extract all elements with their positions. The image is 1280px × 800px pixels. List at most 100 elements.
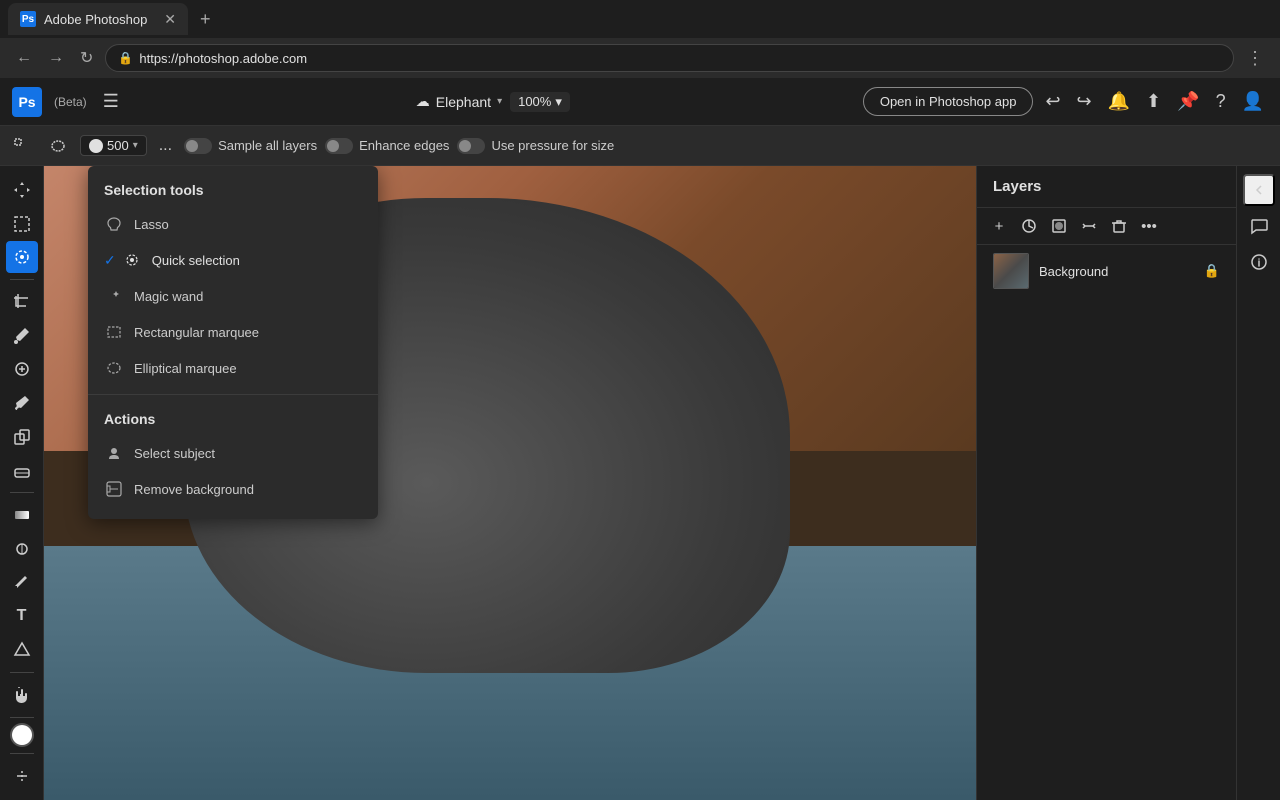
address-bar[interactable]: 🔒 https://photoshop.adobe.com [105, 44, 1234, 72]
lasso-tool-item[interactable]: Lasso [88, 206, 378, 242]
foreground-color-swatch[interactable] [10, 723, 34, 747]
zoom-control[interactable]: 100% ▾ [510, 92, 570, 112]
crop-tool[interactable] [6, 286, 38, 318]
chat-icon[interactable] [1243, 210, 1275, 242]
healing-brush-tool[interactable] [6, 354, 38, 386]
hand-tool[interactable] [6, 679, 38, 711]
dodge-burn-tool[interactable] [6, 533, 38, 565]
move-tool[interactable] [6, 174, 38, 206]
shape-tool[interactable] [6, 634, 38, 666]
titlebar-center: ☁ Elephant ▾ 100% ▾ [135, 92, 851, 112]
brush-size-chevron-icon: ▾ [133, 140, 138, 151]
share-button[interactable]: ⬆ [1142, 87, 1165, 116]
sample-all-layers-toggle[interactable] [184, 138, 212, 154]
open-in-app-button[interactable]: Open in Photoshop app [863, 87, 1034, 116]
selection-tool-btn[interactable] [8, 134, 36, 158]
quick-selection-tool[interactable] [6, 241, 38, 273]
url-text: https://photoshop.adobe.com [139, 51, 307, 66]
dropdown-divider [88, 394, 378, 395]
notifications-button[interactable]: 🔔 [1104, 87, 1134, 116]
actions-section-title: Actions [88, 403, 378, 435]
mask-button[interactable] [1045, 212, 1073, 240]
refresh-button[interactable]: ↻ [76, 44, 97, 72]
checkmark-icon: ✓ [104, 252, 116, 269]
selection-marquee-tool[interactable] [6, 208, 38, 240]
elliptical-tool-btn[interactable] [44, 134, 72, 158]
more-options-button[interactable]: ... [155, 133, 176, 159]
layer-lock-icon: 🔒 [1204, 263, 1220, 279]
select-subject-label: Select subject [134, 446, 215, 461]
rectangular-marquee-item[interactable]: Rectangular marquee [88, 314, 378, 350]
brush-size-control[interactable]: 500 ▾ [80, 135, 147, 156]
layer-options-button[interactable]: ••• [1135, 212, 1163, 240]
gradient-tool[interactable] [6, 499, 38, 531]
hamburger-menu-button[interactable]: ☰ [99, 87, 123, 116]
use-pressure-control: Use pressure for size [457, 138, 614, 154]
divider-2 [10, 492, 34, 493]
tab-close-button[interactable]: ✕ [164, 11, 176, 28]
use-pressure-label: Use pressure for size [491, 138, 614, 153]
account-button[interactable]: 👤 [1238, 87, 1268, 116]
undo-button[interactable]: ↩ [1041, 87, 1064, 116]
file-name-control[interactable]: ☁ Elephant ▾ [416, 93, 502, 110]
canvas-area: Selection tools Lasso ✓ Quick selection [44, 166, 976, 800]
add-layer-button[interactable]: + [985, 212, 1013, 240]
help-button[interactable]: ? [1212, 87, 1230, 116]
enhance-edges-control: Enhance edges [325, 138, 449, 154]
tab-favicon: Ps [20, 11, 36, 27]
bookmark-button[interactable]: 📌 [1173, 87, 1203, 116]
lasso-label: Lasso [134, 217, 169, 232]
layer-thumb-inner [994, 254, 1028, 288]
file-name-text: Elephant [436, 94, 491, 110]
sample-all-layers-label: Sample all layers [218, 138, 317, 153]
elliptical-marquee-icon [104, 358, 124, 378]
elliptical-marquee-item[interactable]: Elliptical marquee [88, 350, 378, 386]
info-icon[interactable] [1243, 246, 1275, 278]
link-layers-button[interactable] [1075, 212, 1103, 240]
divider-5 [10, 753, 34, 754]
eraser-tool[interactable] [6, 455, 38, 487]
clone-stamp-tool[interactable] [6, 421, 38, 453]
rectangular-marquee-icon [104, 322, 124, 342]
toolbar: 500 ▾ ... Sample all layers Enhance edge… [0, 126, 1280, 166]
rectangular-marquee-label: Rectangular marquee [134, 325, 259, 340]
chevron-down-icon: ▾ [497, 96, 502, 107]
divider-4 [10, 717, 34, 718]
back-button[interactable]: ← [12, 45, 36, 71]
remove-background-icon [104, 479, 124, 499]
lock-icon: 🔒 [118, 51, 133, 65]
quick-selection-item[interactable]: ✓ Quick selection [88, 242, 378, 278]
eyedropper-tool[interactable] [6, 320, 38, 352]
redo-button[interactable]: ↪ [1073, 87, 1096, 116]
quick-selection-label: Quick selection [152, 253, 240, 268]
new-tab-button[interactable]: + [192, 5, 219, 34]
zoom-value: 100% [518, 94, 551, 109]
extra-tool[interactable] [6, 760, 38, 792]
remove-background-item[interactable]: Remove background [88, 471, 378, 507]
cloud-icon: ☁ [416, 93, 430, 110]
adjustment-layer-button[interactable] [1015, 212, 1043, 240]
browser-menu-button[interactable]: ⋮ [1242, 44, 1268, 73]
active-tab[interactable]: Ps Adobe Photoshop ✕ [8, 3, 188, 35]
brush-tool[interactable] [6, 387, 38, 419]
magic-wand-label: Magic wand [134, 289, 203, 304]
use-pressure-toggle[interactable] [457, 138, 485, 154]
layers-panel-header: Layers [977, 166, 1236, 208]
pen-tool[interactable] [6, 567, 38, 599]
beta-label: (Beta) [54, 95, 87, 109]
forward-button[interactable]: → [44, 45, 68, 71]
layers-panel: Layers + ••• [976, 166, 1236, 800]
delete-layer-button[interactable] [1105, 212, 1133, 240]
sample-all-layers-control: Sample all layers [184, 138, 317, 154]
layers-panel-actions: + ••• [977, 208, 1236, 245]
photoshop-app: Ps (Beta) ☰ ☁ Elephant ▾ 100% ▾ Open in … [0, 78, 1280, 800]
enhance-edges-toggle[interactable] [325, 138, 353, 154]
type-tool[interactable]: T [6, 600, 38, 632]
background-layer[interactable]: Background 🔒 [977, 245, 1236, 297]
expand-panel-button[interactable] [1243, 174, 1275, 206]
magic-wand-item[interactable]: Magic wand [88, 278, 378, 314]
select-subject-item[interactable]: Select subject [88, 435, 378, 471]
app-titlebar: Ps (Beta) ☰ ☁ Elephant ▾ 100% ▾ Open in … [0, 78, 1280, 126]
titlebar-right: Open in Photoshop app ↩ ↪ 🔔 ⬆ 📌 ? 👤 [863, 87, 1268, 116]
divider-3 [10, 672, 34, 673]
